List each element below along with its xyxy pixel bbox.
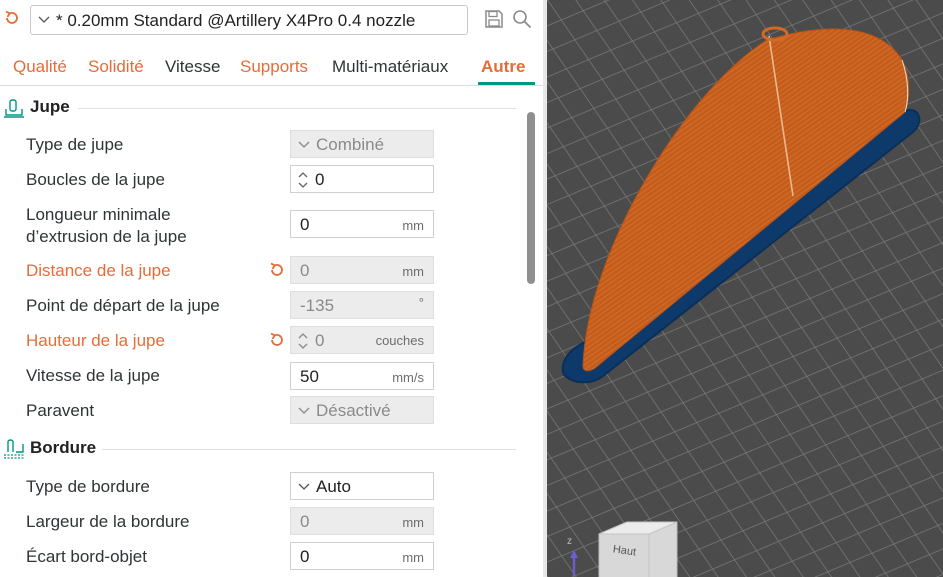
axis-z-label: z <box>567 536 572 547</box>
skirt-height-value: 0 <box>315 331 325 350</box>
unit-label: mm <box>402 515 424 530</box>
brim-gap-value: 0 <box>300 547 310 566</box>
spin-icon[interactable] <box>297 170 309 190</box>
skirt-speed-label: Vitesse de la jupe <box>26 366 160 385</box>
skirt-loops-stepper[interactable]: 0 <box>290 165 434 193</box>
skirt-type-label: Type de jupe <box>26 135 124 154</box>
skirt-min-length-label: Longueur minimale <box>26 205 171 224</box>
brim-gap-input[interactable]: 0 mm <box>290 542 434 570</box>
unit-label: mm <box>402 550 424 565</box>
save-icon[interactable] <box>484 9 504 29</box>
skirt-start-point-label: Point de départ de la jupe <box>26 296 220 315</box>
brim-section-title: Bordure <box>30 438 97 457</box>
chevron-down-icon <box>298 141 310 148</box>
skirt-speed-value: 50 <box>300 367 319 386</box>
view-cube[interactable]: Haut <box>585 520 695 577</box>
brim-width-input[interactable]: 0 mm <box>290 507 434 535</box>
chevron-down-icon <box>38 16 50 23</box>
skirt-start-point-value: -135 <box>300 296 335 315</box>
skirt-min-length-input[interactable]: 0 mm <box>290 210 434 238</box>
skirt-min-length-value: 0 <box>300 215 310 234</box>
tab-qualite[interactable]: Qualité <box>13 57 67 77</box>
undo-icon[interactable] <box>268 261 286 279</box>
preset-name: * 0.20mm Standard @Artillery X4Pro 0.4 n… <box>56 11 416 30</box>
unit-label: couches <box>375 333 424 348</box>
unit-label: ° <box>418 295 424 310</box>
brim-type-select[interactable]: Auto <box>290 472 434 500</box>
search-icon[interactable] <box>512 9 532 29</box>
brim-type-value: Auto <box>316 477 351 496</box>
brim-section-icon <box>4 439 24 459</box>
tab-supports[interactable]: Supports <box>240 57 308 77</box>
unit-label: mm/s <box>392 370 424 385</box>
spin-icon[interactable] <box>297 331 309 351</box>
section-divider <box>78 108 516 109</box>
skirt-type-select[interactable]: Combiné <box>290 130 434 158</box>
tab-vitesse[interactable]: Vitesse <box>165 57 220 77</box>
skirt-start-point-input[interactable]: -135 ° <box>290 291 434 319</box>
chevron-down-icon <box>298 483 310 490</box>
z-axis-indicator: z <box>567 536 578 576</box>
brim-gap-label: Écart bord-objet <box>26 547 147 566</box>
chevron-down-icon <box>298 407 310 414</box>
3d-viewport[interactable]: Haut z <box>547 0 943 577</box>
brim-section-header: Bordure <box>0 438 520 462</box>
skirt-section-header: Jupe <box>0 97 520 121</box>
build-plate-scene <box>547 0 943 577</box>
brim-width-value: 0 <box>300 512 310 531</box>
skirt-loops-label: Boucles de la jupe <box>26 170 165 189</box>
unit-label: mm <box>402 218 424 233</box>
skirt-height-label: Hauteur de la jupe <box>26 331 165 350</box>
skirt-distance-label: Distance de la jupe <box>26 261 171 280</box>
skirt-loops-value: 0 <box>315 170 325 189</box>
skirt-speed-input[interactable]: 50 mm/s <box>290 362 434 390</box>
unit-label: mm <box>402 264 424 279</box>
preset-select[interactable]: * 0.20mm Standard @Artillery X4Pro 0.4 n… <box>30 5 468 35</box>
draft-shield-select[interactable]: Désactivé <box>290 396 434 424</box>
skirt-type-value: Combiné <box>316 135 385 154</box>
skirt-distance-input[interactable]: 0 mm <box>290 256 434 284</box>
skirt-min-length-label-2: d’extrusion de la jupe <box>26 227 187 246</box>
undo-icon[interactable] <box>268 331 286 349</box>
settings-panel: * 0.20mm Standard @Artillery X4Pro 0.4 n… <box>0 0 543 577</box>
scrollbar[interactable] <box>527 112 535 284</box>
tabs-divider <box>0 85 543 86</box>
skirt-distance-value: 0 <box>300 261 310 280</box>
draft-shield-label: Paravent <box>26 401 95 420</box>
skirt-height-stepper[interactable]: 0 couches <box>290 326 434 354</box>
tab-solidite[interactable]: Solidité <box>88 57 144 77</box>
skirt-section-title: Jupe <box>30 97 70 116</box>
brim-width-label: Largeur de la bordure <box>26 512 190 531</box>
tab-multi-materiaux[interactable]: Multi-matériaux <box>332 57 448 77</box>
tab-autre[interactable]: Autre <box>481 57 525 77</box>
undo-icon[interactable] <box>3 9 21 27</box>
section-divider <box>102 449 516 450</box>
brim-type-label: Type de bordure <box>26 477 150 496</box>
draft-shield-value: Désactivé <box>316 401 391 420</box>
skirt-section-icon <box>4 99 24 118</box>
